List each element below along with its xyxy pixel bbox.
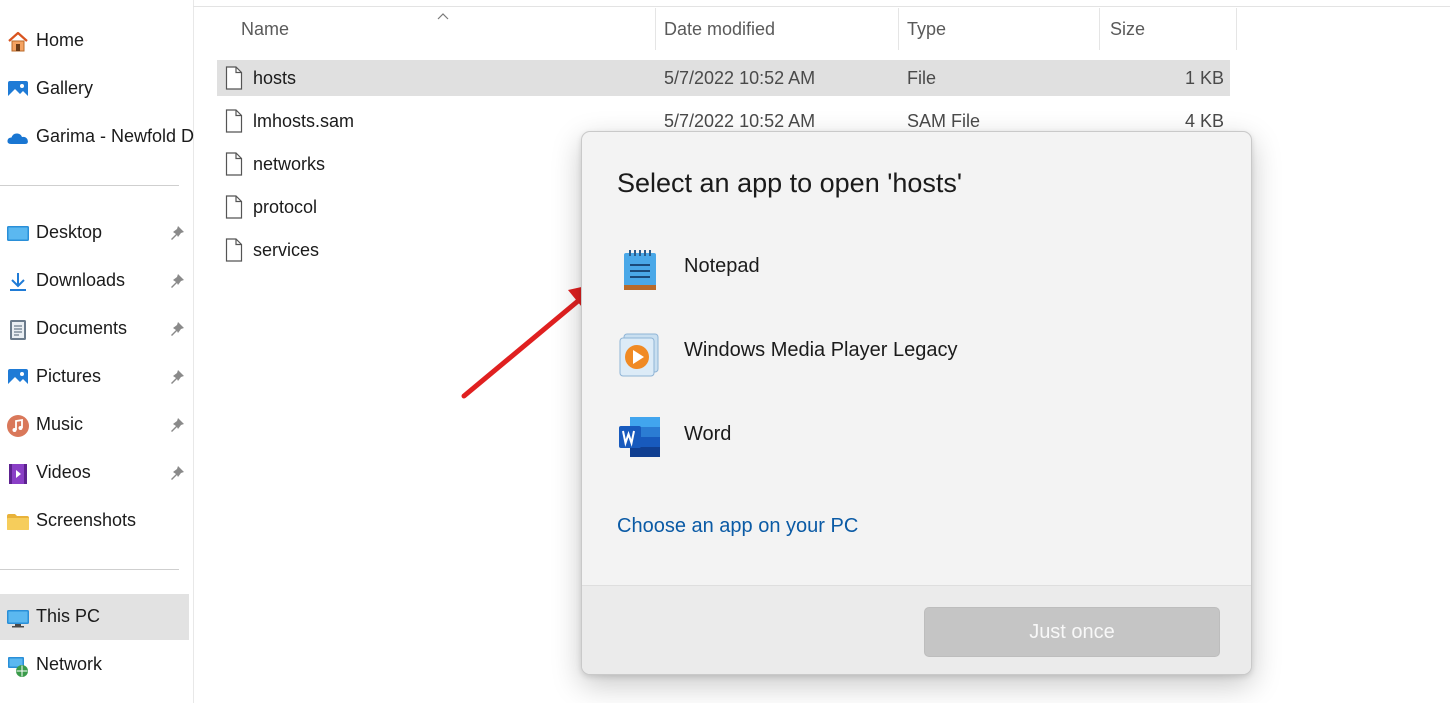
pin-icon[interactable] [168, 224, 186, 242]
app-label: Notepad [684, 255, 760, 277]
nav-item-this-pc[interactable]: This PC [0, 594, 189, 640]
file-row-hosts[interactable]: hosts 5/7/2022 10:52 AM File 1 KB [217, 60, 1230, 96]
dialog-footer: Just once [582, 585, 1251, 674]
app-label: Windows Media Player Legacy [684, 339, 958, 361]
nav-label: Home [36, 30, 85, 50]
nav-label: Screenshots [36, 510, 137, 530]
nav-label: Network [36, 654, 103, 674]
folder-icon [7, 514, 29, 530]
file-size: 1 KB [1184, 68, 1224, 88]
file-date: 5/7/2022 10:52 AM [664, 111, 816, 131]
file-icon [225, 66, 243, 90]
file-type: File [907, 68, 937, 88]
column-date-label: Date modified [664, 19, 776, 39]
choose-app-link[interactable]: Choose an app on your PC [617, 515, 858, 538]
pin-icon[interactable] [168, 416, 186, 434]
column-date-modified[interactable]: Date modified [656, 8, 898, 50]
file-icon [225, 152, 243, 176]
pin-icon[interactable] [168, 464, 186, 482]
column-size[interactable]: Size [1100, 8, 1236, 50]
nav-label: Desktop [36, 222, 103, 242]
nav-label: Pictures [36, 366, 102, 386]
nav-item-gallery[interactable]: Gallery [0, 66, 189, 112]
music-icon [7, 415, 29, 437]
home-icon [8, 31, 28, 52]
file-date: 5/7/2022 10:52 AM [664, 68, 816, 88]
file-icon [225, 238, 243, 262]
nav-label: Downloads [36, 270, 126, 290]
notepad-icon [624, 250, 656, 290]
pin-icon[interactable] [168, 320, 186, 338]
nav-label: Garima - Newfold D [36, 126, 195, 146]
gallery-icon [8, 81, 28, 99]
nav-item-documents[interactable]: Documents [0, 306, 189, 352]
file-type: SAM File [907, 111, 981, 131]
nav-label: This PC [36, 606, 101, 626]
file-name: services [253, 240, 320, 260]
column-name-label: Name [241, 19, 290, 39]
videos-icon [9, 464, 27, 484]
media-player-icon [619, 333, 659, 377]
column-size-label: Size [1110, 19, 1146, 39]
file-icon [225, 109, 243, 133]
file-icon [225, 195, 243, 219]
downloads-icon [10, 273, 26, 291]
just-once-button[interactable]: Just once [924, 607, 1220, 657]
app-option-notepad[interactable]: Notepad [602, 231, 1230, 301]
column-type[interactable]: Type [899, 8, 1099, 50]
nav-label: Documents [36, 318, 128, 338]
column-type-label: Type [907, 19, 947, 39]
pictures-icon [8, 369, 28, 387]
onedrive-cloud-icon [7, 133, 28, 144]
open-with-dialog: Select an app to open 'hosts' Notepad Wi… [581, 131, 1252, 675]
column-header: Name Date modified Type Size [217, 8, 1237, 50]
nav-item-screenshots[interactable]: Screenshots [0, 498, 189, 544]
column-name[interactable]: Name [217, 8, 655, 50]
documents-icon [10, 320, 26, 340]
file-name: networks [253, 154, 326, 174]
divider [0, 185, 179, 186]
app-label: Word [684, 423, 732, 445]
word-icon [619, 417, 660, 457]
navigation-pane: Home Gallery Garima - Newfold D Desktop [0, 0, 194, 703]
nav-item-videos[interactable]: Videos [0, 450, 189, 496]
pin-icon[interactable] [168, 272, 186, 290]
nav-item-music[interactable]: Music [0, 402, 189, 448]
nav-label: Gallery [36, 78, 94, 98]
nav-item-onedrive[interactable]: Garima - Newfold D [0, 114, 194, 160]
nav-item-desktop[interactable]: Desktop [0, 210, 189, 256]
file-name: protocol [253, 197, 318, 217]
top-border [193, 6, 1450, 7]
nav-label: Videos [36, 462, 91, 482]
divider [0, 569, 179, 570]
network-icon [8, 657, 28, 677]
nav-item-pictures[interactable]: Pictures [0, 354, 189, 400]
pin-icon[interactable] [168, 368, 186, 386]
nav-item-network[interactable]: Network [0, 642, 189, 688]
app-option-word[interactable]: Word [602, 399, 1230, 469]
column-divider[interactable] [1236, 8, 1237, 50]
file-name: lmhosts.sam [253, 111, 355, 131]
app-option-media-player[interactable]: Windows Media Player Legacy [602, 315, 1230, 385]
desktop-icon [7, 226, 29, 241]
nav-label: Music [36, 414, 84, 434]
dialog-title: Select an app to open 'hosts' [617, 168, 963, 198]
nav-item-home[interactable]: Home [0, 18, 189, 64]
nav-item-downloads[interactable]: Downloads [0, 258, 189, 304]
this-pc-icon [7, 610, 29, 628]
file-size: 4 KB [1184, 111, 1224, 131]
file-name: hosts [253, 68, 297, 88]
